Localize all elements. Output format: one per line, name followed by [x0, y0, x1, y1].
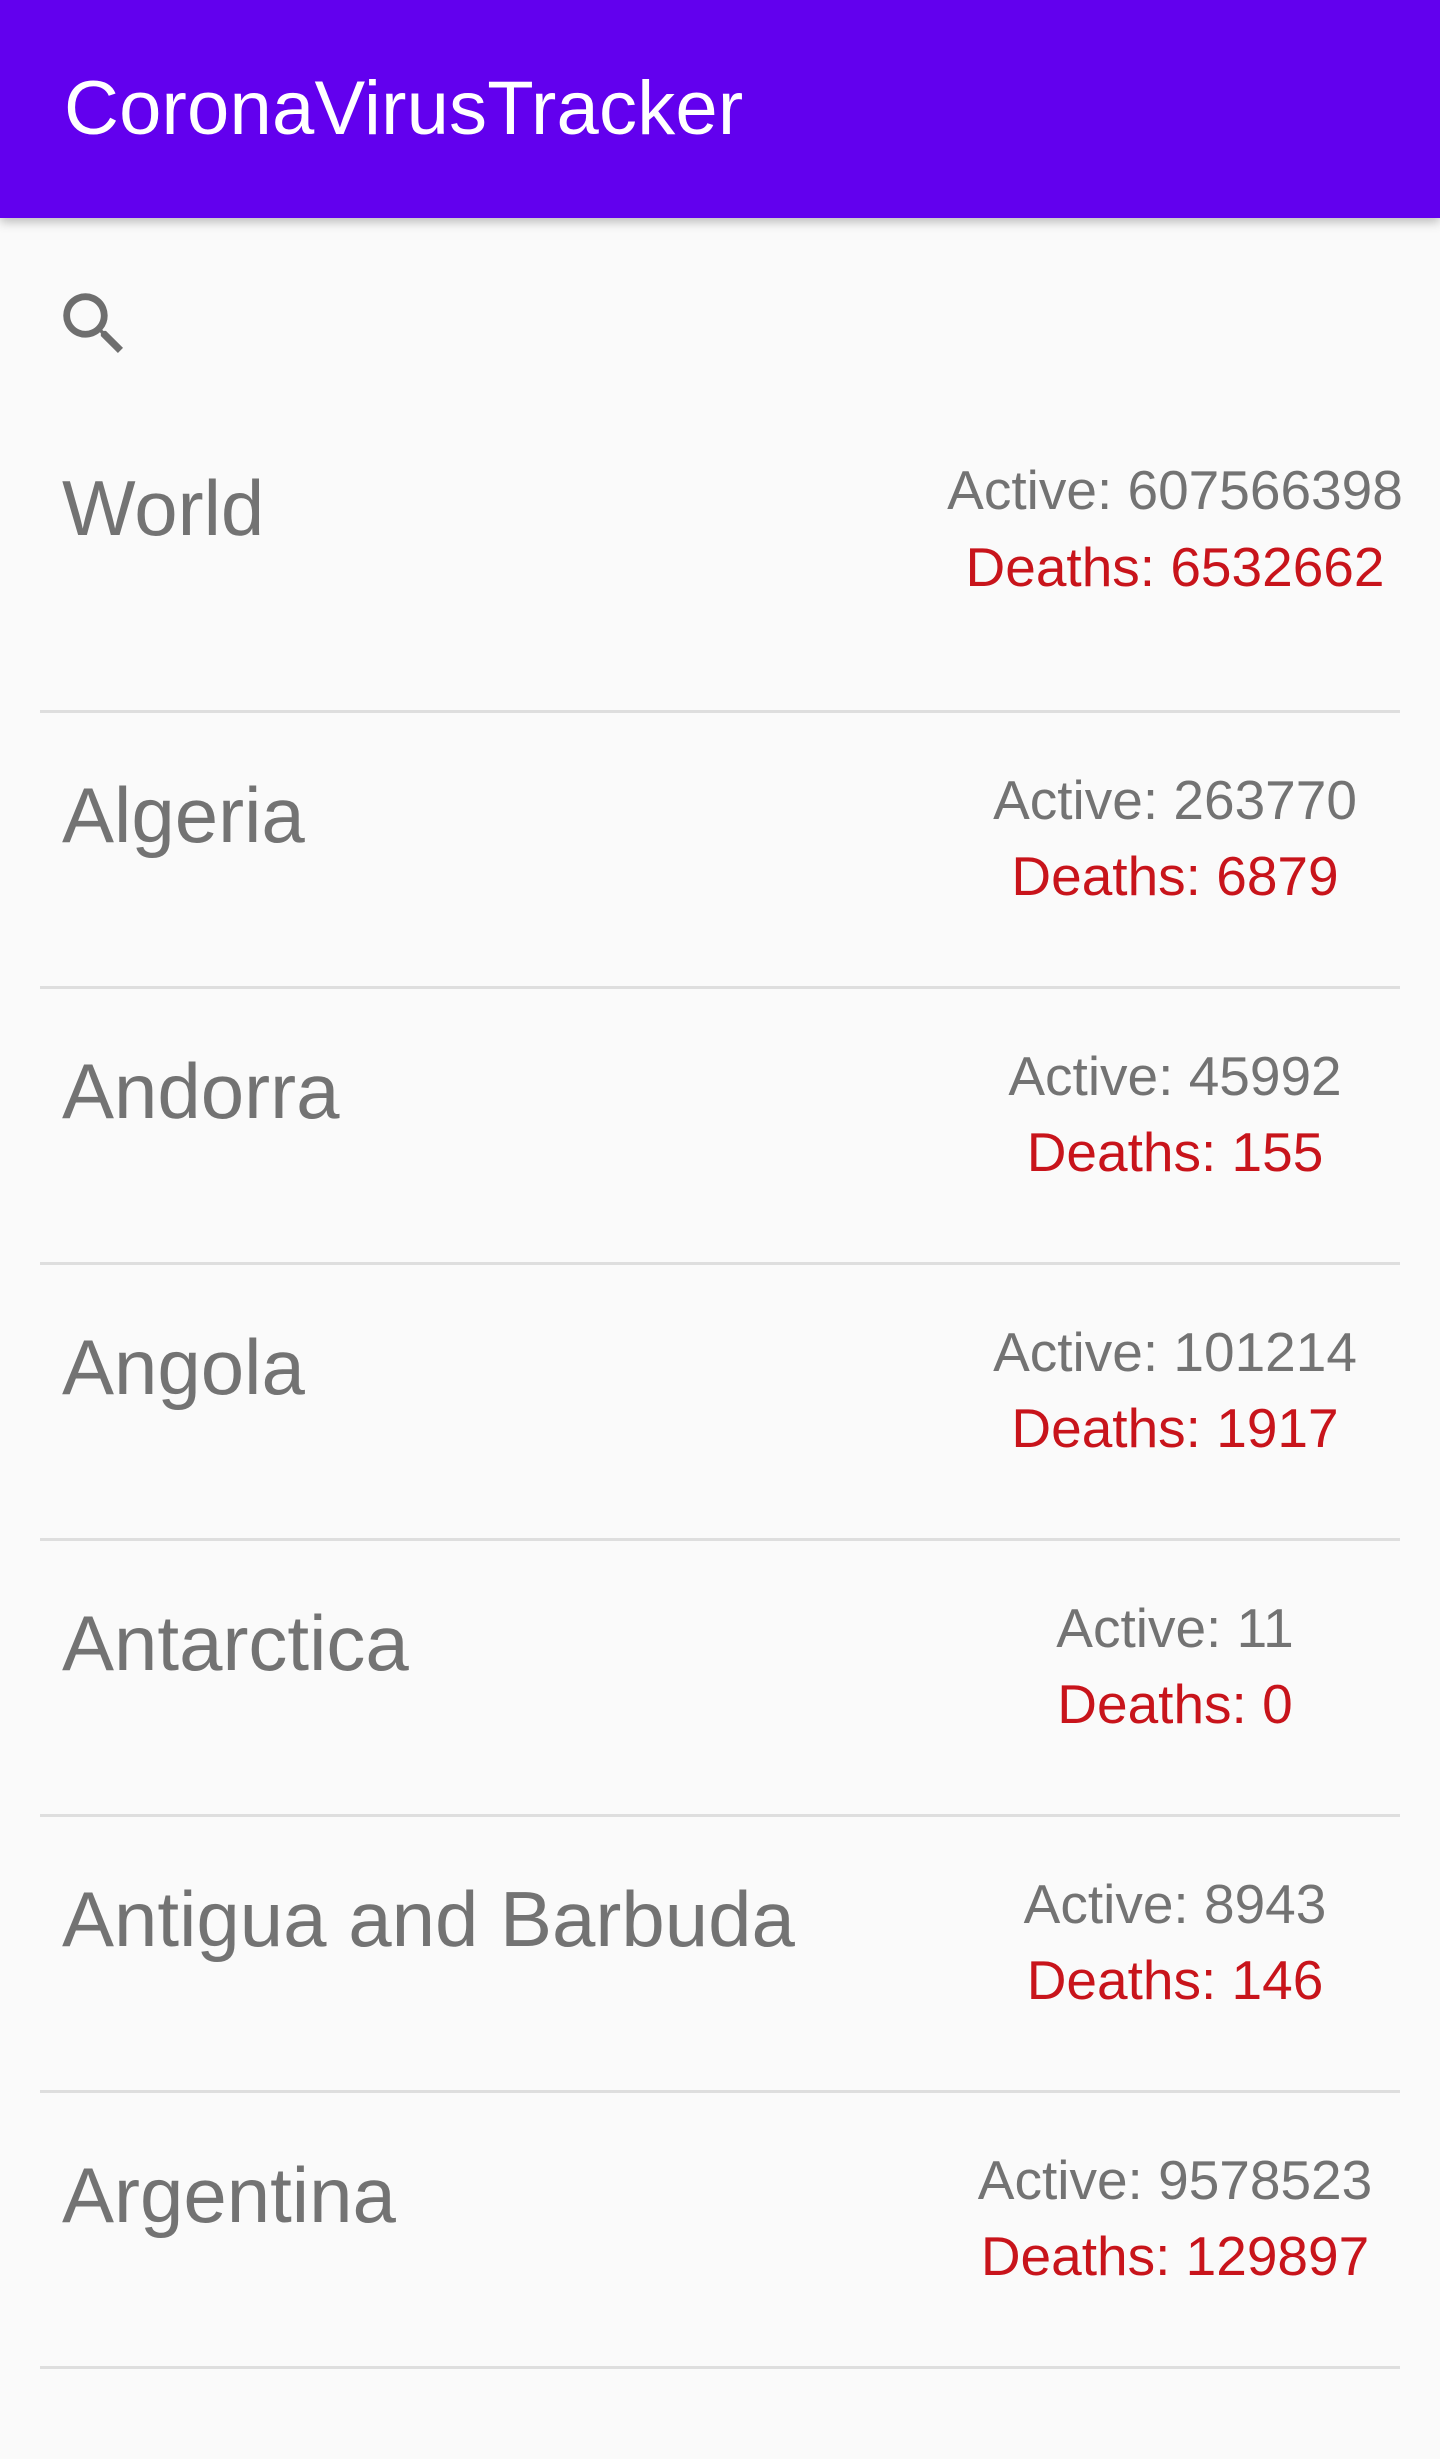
country-stats: Active: 9578523 Deaths: 129897 — [900, 2148, 1440, 2289]
search-button[interactable] — [44, 274, 144, 374]
deaths-count: Deaths: 0 — [1057, 1673, 1293, 1735]
list-item-andorra[interactable]: Andorra Active: 45992 Deaths: 155 — [0, 989, 1440, 1265]
country-stats: Active: 11 Deaths: 0 — [900, 1596, 1440, 1737]
country-stats: Active: 101214 Deaths: 1917 — [900, 1320, 1440, 1461]
country-name: Angola — [62, 1323, 305, 1411]
deaths-count: Deaths: 146 — [1026, 1949, 1324, 2011]
list-item-antarctica[interactable]: Antarctica Active: 11 Deaths: 0 — [0, 1541, 1440, 1817]
country-name: Argentina — [62, 2151, 396, 2239]
search-bar — [0, 218, 1440, 418]
active-count: Active: 607566398 — [947, 459, 1403, 521]
country-list: World Active: 607566398 Deaths: 6532662 … — [0, 418, 1440, 2369]
deaths-count: Deaths: 155 — [1026, 1121, 1324, 1183]
deaths-count: Deaths: 6532662 — [965, 536, 1385, 598]
list-item-argentina[interactable]: Argentina Active: 9578523 Deaths: 129897 — [0, 2093, 1440, 2369]
deaths-count: Deaths: 6879 — [1011, 845, 1339, 907]
country-name: Algeria — [62, 771, 305, 859]
list-item-antigua-and-barbuda[interactable]: Antigua and Barbuda Active: 8943 Deaths:… — [0, 1817, 1440, 2093]
active-count: Active: 101214 — [993, 1321, 1357, 1383]
divider — [40, 2366, 1400, 2369]
country-stats: Active: 263770 Deaths: 6879 — [900, 768, 1440, 909]
deaths-count: Deaths: 1917 — [1011, 1397, 1339, 1459]
country-name: World — [62, 464, 265, 552]
active-count: Active: 263770 — [993, 769, 1357, 831]
deaths-count: Deaths: 129897 — [980, 2225, 1370, 2287]
country-name: Andorra — [62, 1047, 340, 1135]
search-icon — [63, 293, 124, 354]
country-stats: Active: 607566398 Deaths: 6532662 — [945, 458, 1405, 600]
list-item-angola[interactable]: Angola Active: 101214 Deaths: 1917 — [0, 1265, 1440, 1541]
list-item-algeria[interactable]: Algeria Active: 263770 Deaths: 6879 — [0, 713, 1440, 989]
country-stats: Active: 8943 Deaths: 146 — [900, 1872, 1440, 2013]
country-stats: Active: 45992 Deaths: 155 — [900, 1044, 1440, 1185]
list-item-world[interactable]: World Active: 607566398 Deaths: 6532662 — [0, 418, 1440, 713]
country-name: Antarctica — [62, 1599, 409, 1687]
app-bar: CoronaVirusTracker — [0, 0, 1440, 218]
country-name: Antigua and Barbuda — [62, 1875, 795, 1963]
active-count: Active: 45992 — [1008, 1045, 1342, 1107]
active-count: Active: 9578523 — [977, 2149, 1373, 2211]
active-count: Active: 8943 — [1023, 1873, 1327, 1935]
app-title: CoronaVirusTracker — [64, 66, 744, 151]
active-count: Active: 11 — [1056, 1597, 1294, 1659]
